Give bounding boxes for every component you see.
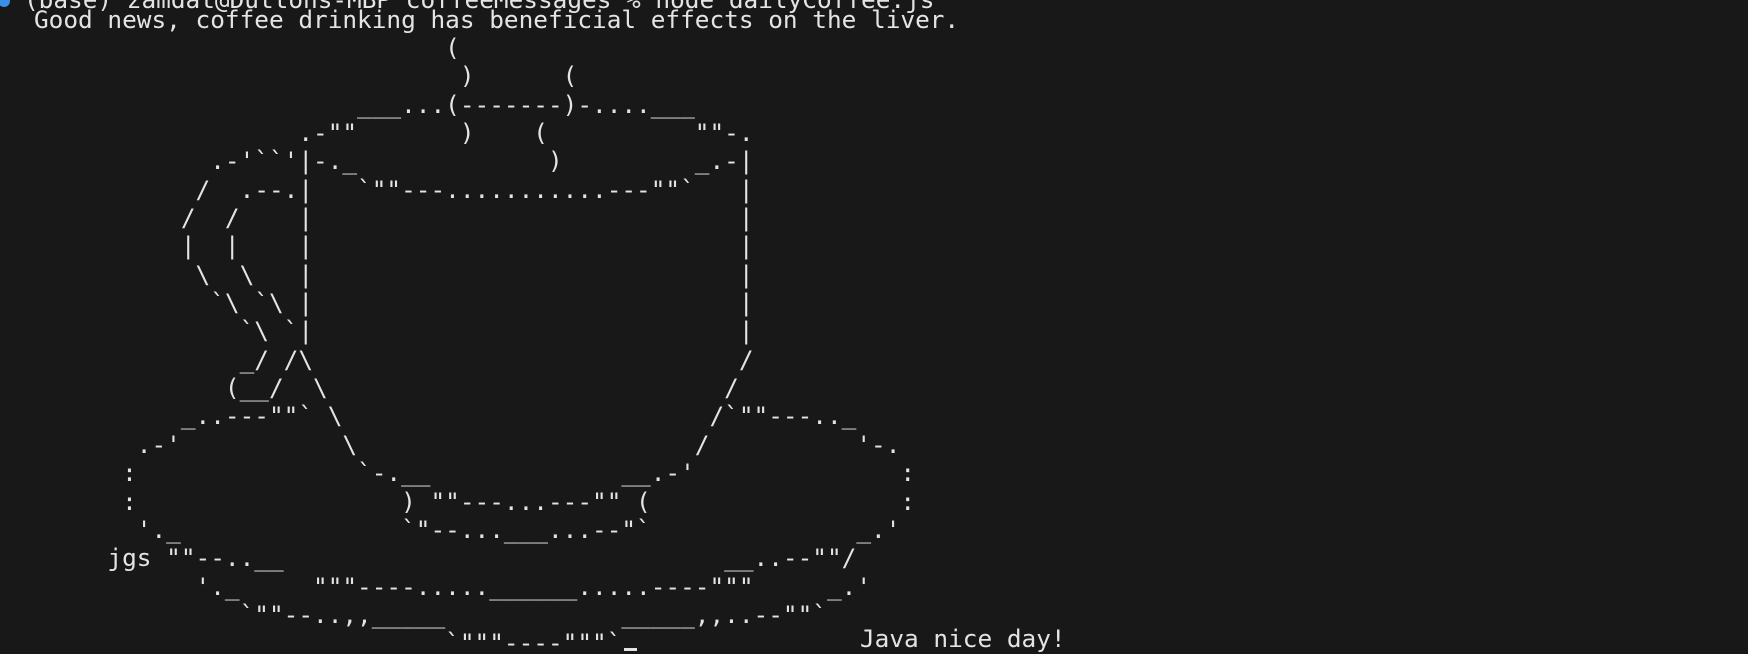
closing-message: Java nice day! — [860, 624, 1066, 653]
text-cursor — [624, 648, 637, 651]
coffee-cup-ascii-art: ( ) ( ___...(-------)-....___ .-"" ) ( "… — [107, 33, 916, 654]
coffee-message: Good news, coffee drinking has beneficia… — [34, 5, 960, 34]
terminal-window[interactable]: (base) zamdat@Duttons-MBP coffeeMessages… — [0, 0, 1748, 654]
status-dot-icon — [0, 0, 10, 7]
